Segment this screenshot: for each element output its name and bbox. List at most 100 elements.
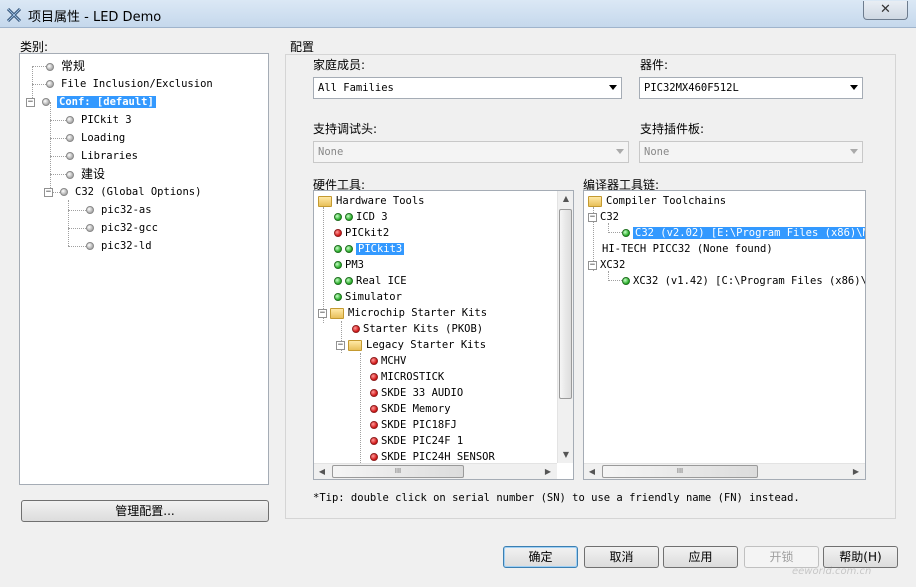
category-label: pic32-ld xyxy=(101,240,152,252)
toolchain-item[interactable]: HI-TECH PICC32 (None found) xyxy=(602,240,773,258)
tool-label: Legacy Starter Kits xyxy=(366,339,487,351)
folder-icon xyxy=(588,195,602,207)
close-icon: ✕ xyxy=(880,2,891,17)
category-item[interactable]: − C32 (Global Options) xyxy=(44,183,201,201)
device-value: PIC32MX460F512L xyxy=(644,82,739,94)
hardware-tool-item[interactable]: − Legacy Starter Kits xyxy=(336,336,486,354)
scroll-thumb[interactable]: III xyxy=(602,465,758,478)
toolchain-tree[interactable]: Compiler Toolchains − C32 C32 (v2.02) [E:… xyxy=(583,190,866,480)
scroll-thumb[interactable] xyxy=(559,209,572,399)
node-icon xyxy=(46,80,54,88)
dropdown-arrow-icon xyxy=(609,85,617,90)
category-item[interactable]: pic32-gcc xyxy=(86,219,158,237)
categories-tree[interactable]: 常规 File Inclusion/Exclusion − Conf: [defa… xyxy=(19,53,269,485)
node-icon xyxy=(66,152,74,160)
status-error-icon xyxy=(370,453,378,461)
node-icon xyxy=(66,134,74,142)
scroll-right-icon[interactable]: ▶ xyxy=(848,464,864,479)
status-ok-icon xyxy=(345,213,353,221)
collapse-icon[interactable]: − xyxy=(588,212,597,222)
debug-header-select[interactable]: None xyxy=(313,141,629,163)
toolchain-label: XC32 (v1.42) [C:\Program Files (x86)\Mi xyxy=(633,275,866,287)
folder-icon xyxy=(318,195,332,207)
category-label: Loading xyxy=(81,132,126,144)
category-item[interactable]: pic32-ld xyxy=(86,237,152,255)
category-item-selected[interactable]: − Conf: [default] xyxy=(26,93,156,111)
category-label: 建设 xyxy=(81,167,106,181)
status-ok-icon xyxy=(334,277,342,285)
tool-label: Hardware Tools xyxy=(336,195,425,207)
toolchain-item[interactable]: XC32 (v1.42) [C:\Program Files (x86)\Mi xyxy=(622,272,866,290)
tool-label: SKDE PIC24F 1 xyxy=(381,435,464,447)
category-label: 常规 xyxy=(61,59,86,73)
tool-label: PICkit2 xyxy=(345,227,390,239)
family-value: All Families xyxy=(318,82,394,94)
collapse-icon[interactable]: − xyxy=(26,97,35,107)
category-item[interactable]: 建设 xyxy=(66,165,105,183)
toolchain-label: C32 (v2.02) [E:\Program Files (x86)\Mic xyxy=(633,227,865,239)
category-item[interactable]: Loading xyxy=(66,129,125,147)
manage-configurations-button[interactable]: 管理配置... xyxy=(21,500,269,522)
toolchain-label: Compiler Toolchains xyxy=(606,195,727,207)
plugin-board-label: 支持插件板: xyxy=(640,122,705,136)
app-icon xyxy=(6,7,22,23)
category-label: File Inclusion/Exclusion xyxy=(61,78,213,90)
toolchain-hscrollbar[interactable]: ◀ III ▶ xyxy=(584,463,865,479)
tool-label: PICkit3 xyxy=(356,243,405,255)
category-item[interactable]: pic32-as xyxy=(86,201,152,219)
tool-label: ICD 3 xyxy=(356,211,388,223)
device-select[interactable]: PIC32MX460F512L xyxy=(639,77,863,99)
category-label: Conf: [default] xyxy=(57,96,156,108)
hardware-tools-tree[interactable]: Hardware Tools ICD 3 PICkit2 PICkit3 PM3… xyxy=(313,190,574,480)
tip-text: *Tip: double click on serial number (SN)… xyxy=(313,492,800,504)
status-error-icon xyxy=(370,373,378,381)
status-ok-icon xyxy=(334,213,342,221)
status-error-icon xyxy=(370,389,378,397)
node-icon xyxy=(86,242,94,250)
tool-label: Starter Kits (PKOB) xyxy=(363,323,484,335)
collapse-icon[interactable]: − xyxy=(336,340,345,350)
scroll-right-icon[interactable]: ▶ xyxy=(540,464,556,479)
cancel-button[interactable]: 取消 xyxy=(584,546,659,568)
toolchain-label: XC32 xyxy=(600,259,626,271)
collapse-icon[interactable]: − xyxy=(44,187,53,197)
ok-button[interactable]: 确定 xyxy=(503,546,578,568)
node-icon xyxy=(66,116,74,124)
status-error-icon xyxy=(334,229,342,237)
tool-label: MICROSTICK xyxy=(381,371,445,383)
status-error-icon xyxy=(370,357,378,365)
title-bar: 项目属性 - LED Demo ✕ xyxy=(0,0,916,28)
category-item[interactable]: 常规 xyxy=(46,57,85,75)
category-label: C32 (Global Options) xyxy=(75,186,202,198)
scroll-left-icon[interactable]: ◀ xyxy=(584,464,600,479)
hardware-tools-hscrollbar[interactable]: ◀ III ▶ xyxy=(314,463,557,479)
tool-label: Microchip Starter Kits xyxy=(348,307,488,319)
node-icon xyxy=(86,206,94,214)
toolchain-item[interactable]: − C32 xyxy=(588,208,619,226)
status-error-icon xyxy=(370,421,378,429)
status-ok-icon xyxy=(334,293,342,301)
scroll-up-icon[interactable]: ▲ xyxy=(558,191,573,207)
debug-header-label: 支持调试头: xyxy=(313,122,378,136)
status-ok-icon xyxy=(622,229,630,237)
tool-label: Simulator xyxy=(345,291,402,303)
family-select[interactable]: All Families xyxy=(313,77,622,99)
status-ok-icon xyxy=(345,245,353,253)
watermark-text: eeworld.com.cn xyxy=(792,566,872,577)
collapse-icon[interactable]: − xyxy=(318,308,327,318)
close-button[interactable]: ✕ xyxy=(863,1,908,20)
scroll-down-icon[interactable]: ▼ xyxy=(558,447,573,463)
plugin-board-value: None xyxy=(644,146,670,158)
category-item[interactable]: PICkit 3 xyxy=(66,111,132,129)
toolchain-item[interactable]: − XC32 xyxy=(588,256,625,274)
scroll-left-icon[interactable]: ◀ xyxy=(314,464,330,479)
hardware-tools-vscrollbar[interactable]: ▲ ▼ xyxy=(557,191,573,463)
plugin-board-select[interactable]: None xyxy=(639,141,863,163)
apply-button[interactable]: 应用 xyxy=(663,546,738,568)
category-item[interactable]: Libraries xyxy=(66,147,138,165)
scroll-thumb[interactable]: III xyxy=(332,465,464,478)
category-item[interactable]: File Inclusion/Exclusion xyxy=(46,75,213,93)
node-icon xyxy=(86,224,94,232)
family-label: 家庭成员: xyxy=(313,58,366,72)
collapse-icon[interactable]: − xyxy=(588,260,597,270)
